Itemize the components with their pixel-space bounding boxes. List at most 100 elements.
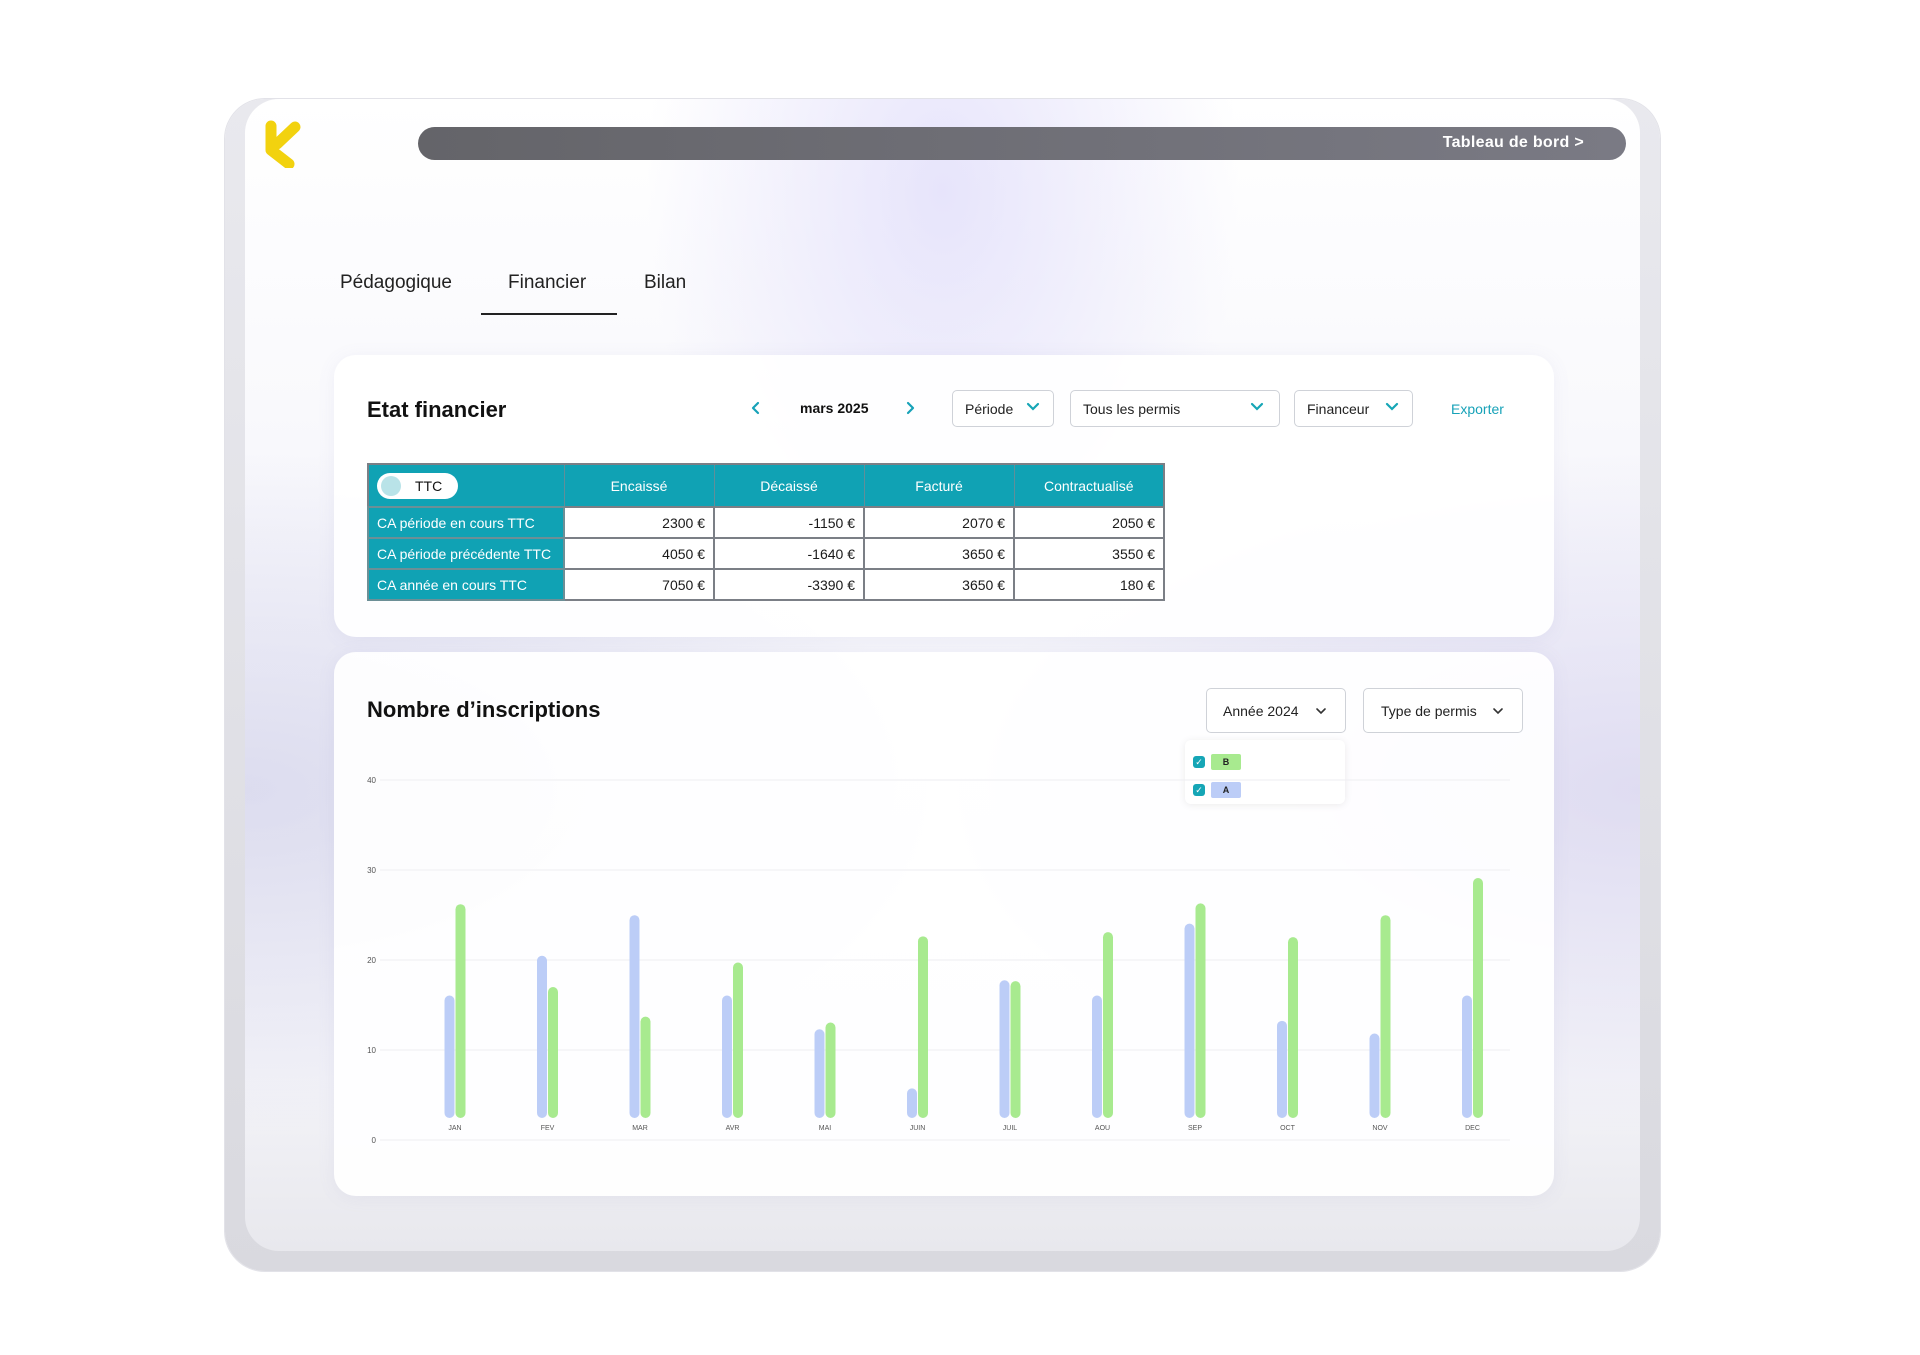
chevron-down-icon bbox=[1250, 402, 1264, 411]
bar-a-aou bbox=[1092, 995, 1102, 1118]
chevron-right-icon bbox=[906, 401, 915, 415]
x-tick-label: SEP bbox=[1188, 1125, 1202, 1132]
bar-a-mar bbox=[629, 915, 640, 1118]
ttc-toggle[interactable]: TTC bbox=[377, 472, 459, 499]
financeur-select-label: Financeur bbox=[1307, 401, 1370, 417]
next-period-button[interactable] bbox=[902, 398, 918, 418]
bar-b-sep bbox=[1195, 903, 1206, 1118]
bar-b-juil bbox=[1010, 981, 1021, 1118]
tab-pedagogique[interactable]: Pédagogique bbox=[340, 272, 452, 294]
tab-bilan[interactable]: Bilan bbox=[644, 272, 686, 294]
permis-type-select[interactable]: Type de permis bbox=[1363, 688, 1523, 733]
x-tick-label: JUIL bbox=[1003, 1125, 1018, 1132]
table-cell: 3650 € bbox=[863, 537, 1015, 570]
inscriptions-bar-chart: 0 10 20 30 40 JAN FEV MAR AVR MAI JUIN JUIL AOU SEP OC… bbox=[367, 776, 1510, 1145]
bar-a-oct bbox=[1277, 1020, 1287, 1118]
table-cell: 180 € bbox=[1013, 568, 1165, 601]
table-cell: 2050 € bbox=[1013, 506, 1165, 539]
periode-select-label: Période bbox=[965, 401, 1014, 417]
y-tick-label: 10 bbox=[367, 1046, 376, 1055]
bar-b-mar bbox=[640, 1016, 651, 1118]
x-tick-label: DEC bbox=[1465, 1125, 1480, 1132]
year-select[interactable]: Année 2024 bbox=[1206, 688, 1346, 733]
bar-a-juil bbox=[999, 980, 1010, 1118]
chevron-left-icon bbox=[751, 401, 760, 415]
bar-a-nov bbox=[1369, 1033, 1380, 1118]
x-tick-label: AVR bbox=[726, 1125, 740, 1132]
bar-b-avr bbox=[733, 962, 743, 1118]
x-tick-label: MAI bbox=[819, 1125, 832, 1132]
table-cell: 2070 € bbox=[863, 506, 1015, 539]
chevron-down-icon bbox=[1026, 402, 1040, 411]
ttc-header-cell: TTC bbox=[367, 463, 565, 508]
chevron-down-icon bbox=[1316, 708, 1326, 715]
x-tick-label: FEV bbox=[541, 1125, 555, 1132]
ttc-toggle-label: TTC bbox=[415, 477, 443, 494]
bar-a-fev bbox=[537, 955, 547, 1118]
x-tick-label: JUIN bbox=[910, 1125, 926, 1132]
dashboard-link[interactable]: Tableau de bord > bbox=[1443, 134, 1584, 152]
y-tick-label: 30 bbox=[367, 866, 376, 875]
table-cell: 2300 € bbox=[563, 506, 715, 539]
table-cell: 7050 € bbox=[563, 568, 715, 601]
x-tick-label: AOU bbox=[1095, 1125, 1110, 1132]
financial-title: Etat financier bbox=[367, 397, 507, 422]
row-label: CA période en cours TTC bbox=[367, 506, 565, 539]
current-period-label: mars 2025 bbox=[800, 400, 869, 416]
bar-a-avr bbox=[722, 995, 732, 1118]
table-cell: -1640 € bbox=[713, 537, 865, 570]
inscriptions-title: Nombre d’inscriptions bbox=[367, 697, 601, 722]
x-tick-label: MAR bbox=[632, 1125, 648, 1132]
y-tick-label: 40 bbox=[367, 776, 376, 785]
permis-select-label: Tous les permis bbox=[1083, 401, 1181, 417]
bar-b-mai bbox=[825, 1022, 836, 1118]
bar-a-mai bbox=[814, 1029, 825, 1118]
active-tab-indicator bbox=[481, 313, 617, 315]
permis-type-select-label: Type de permis bbox=[1381, 703, 1477, 719]
x-tick-label: JAN bbox=[448, 1125, 461, 1132]
top-navigation-bar: Tableau de bord > bbox=[418, 127, 1626, 160]
table-row: CA période précédente TTC 4050 € -1640 €… bbox=[367, 537, 1165, 570]
row-label: CA année en cours TTC bbox=[367, 568, 565, 601]
table-cell: 3550 € bbox=[1013, 537, 1165, 570]
table-cell: -3390 € bbox=[713, 568, 865, 601]
bar-b-aou bbox=[1103, 932, 1113, 1118]
y-tick-label: 0 bbox=[372, 1136, 377, 1145]
prev-period-button[interactable] bbox=[748, 398, 764, 418]
periode-select[interactable]: Période bbox=[952, 390, 1054, 427]
bar-b-nov bbox=[1380, 915, 1391, 1118]
bar-b-fev bbox=[548, 987, 558, 1118]
chevron-down-icon bbox=[1493, 708, 1503, 715]
table-row: CA période en cours TTC 2300 € -1150 € 2… bbox=[367, 506, 1165, 539]
bar-b-oct bbox=[1288, 937, 1298, 1118]
column-header-facture: Facturé bbox=[863, 463, 1015, 508]
bar-a-sep bbox=[1184, 923, 1195, 1118]
tab-financier[interactable]: Financier bbox=[508, 272, 586, 294]
table-header-row: TTC Encaissé Décaissé Facturé Contractua… bbox=[367, 463, 1165, 508]
permis-select[interactable]: Tous les permis bbox=[1070, 390, 1280, 427]
y-tick-label: 20 bbox=[367, 956, 376, 965]
column-header-decaisse: Décaissé bbox=[713, 463, 865, 508]
bar-b-jan bbox=[455, 904, 466, 1118]
financial-table: TTC Encaissé Décaissé Facturé Contractua… bbox=[367, 463, 1165, 601]
bar-a-jan bbox=[444, 995, 455, 1118]
toggle-knob bbox=[381, 475, 401, 496]
export-button[interactable]: Exporter bbox=[1451, 401, 1504, 417]
bar-a-dec bbox=[1462, 995, 1472, 1118]
table-cell: 4050 € bbox=[563, 537, 715, 570]
table-row: CA année en cours TTC 7050 € -3390 € 365… bbox=[367, 568, 1165, 601]
financeur-select[interactable]: Financeur bbox=[1294, 390, 1413, 427]
brand-logo bbox=[265, 120, 301, 168]
row-label: CA période précédente TTC bbox=[367, 537, 565, 570]
bar-a-juin bbox=[907, 1088, 917, 1118]
chevron-down-icon bbox=[1385, 402, 1399, 411]
x-tick-label: NOV bbox=[1372, 1125, 1388, 1132]
table-cell: -1150 € bbox=[713, 506, 865, 539]
x-tick-label: OCT bbox=[1280, 1125, 1296, 1132]
bar-b-juin bbox=[918, 936, 928, 1118]
bar-b-dec bbox=[1473, 878, 1483, 1118]
table-cell: 3650 € bbox=[863, 568, 1015, 601]
column-header-encaisse: Encaissé bbox=[563, 463, 715, 508]
column-header-contractualise: Contractualisé bbox=[1013, 463, 1165, 508]
year-select-label: Année 2024 bbox=[1223, 703, 1299, 719]
